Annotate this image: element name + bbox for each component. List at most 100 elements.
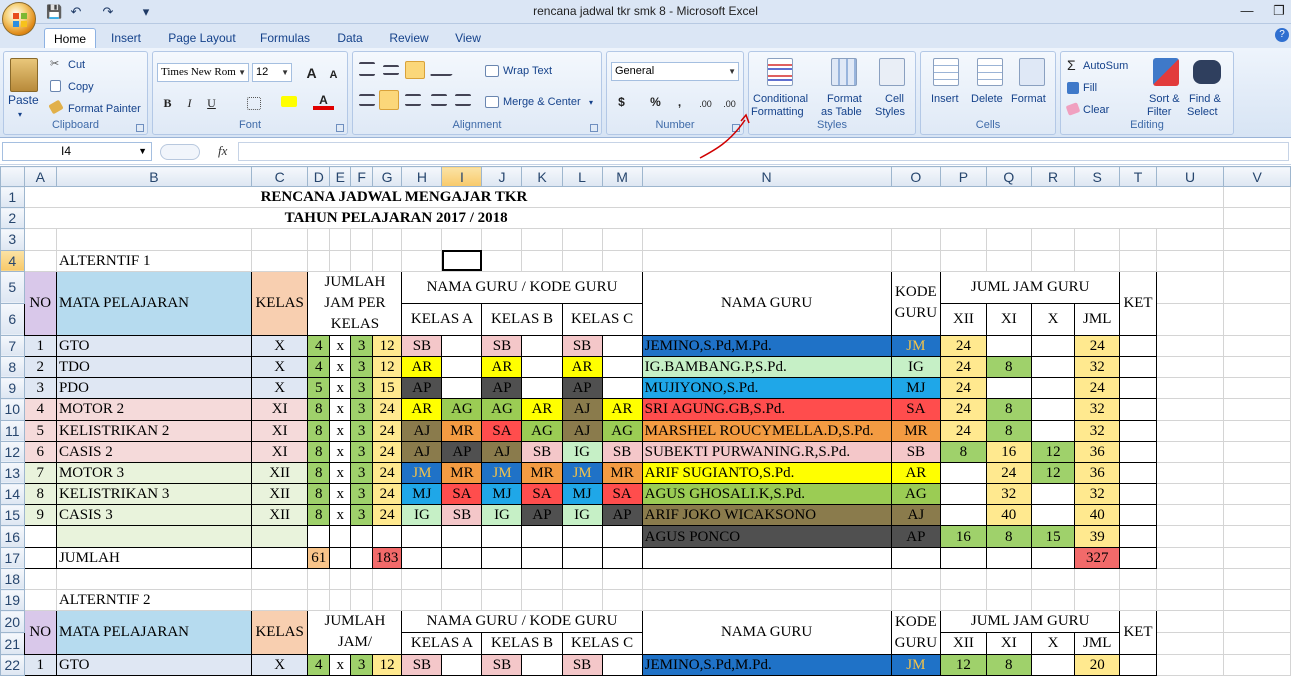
row-header[interactable]: 2: [0, 207, 25, 230]
tab-view[interactable]: View: [448, 28, 488, 48]
cell-code-b1[interactable]: IG: [481, 504, 523, 527]
cell-ket[interactable]: [1119, 504, 1157, 527]
column-header[interactable]: M: [601, 166, 643, 187]
cell-code-a1[interactable]: AR: [401, 355, 443, 379]
font-color-icon[interactable]: A: [313, 92, 334, 110]
cell-factor[interactable]: 3: [350, 398, 373, 421]
column-header[interactable]: B: [55, 166, 252, 187]
cell-code-a2[interactable]: AP: [441, 440, 483, 463]
cell[interactable]: [940, 546, 987, 569]
cell-jam-jml[interactable]: 32: [1074, 398, 1121, 421]
cell-factor[interactable]: 3: [350, 440, 373, 463]
cell-code-b1[interactable]: SB: [481, 654, 523, 677]
conditional-formatting-label-1[interactable]: Conditional: [753, 93, 808, 106]
cell[interactable]: [481, 546, 523, 569]
cell-jam-x[interactable]: 15: [1030, 525, 1076, 548]
cell-factor[interactable]: 3: [350, 419, 373, 442]
cell[interactable]: [401, 546, 443, 569]
cell[interactable]: [23, 567, 57, 591]
cell[interactable]: [1223, 185, 1291, 209]
increase-indent-icon[interactable]: [455, 94, 471, 106]
cell-x[interactable]: x: [329, 334, 352, 357]
column-header[interactable]: K: [521, 166, 563, 187]
column-header[interactable]: G: [371, 166, 403, 187]
header-mata-pelajaran[interactable]: MATA PELAJARAN: [55, 270, 252, 336]
cell-styles-label-1[interactable]: Cell: [885, 93, 904, 106]
cell-subject[interactable]: GTO: [55, 654, 252, 677]
number-format-dropdown-icon[interactable]: ▼: [728, 63, 736, 80]
cell-jam-x[interactable]: [1030, 504, 1076, 527]
cell-code-a2[interactable]: AG: [441, 398, 483, 421]
header-no[interactable]: NO: [23, 270, 57, 336]
number-launcher-icon[interactable]: [732, 124, 740, 132]
cell[interactable]: [401, 588, 443, 612]
row-header[interactable]: 15: [0, 504, 25, 527]
cell-jam-xii[interactable]: 24: [940, 398, 987, 421]
cell-ket[interactable]: [1119, 334, 1157, 357]
cell[interactable]: [561, 525, 603, 548]
cell-jam-xii[interactable]: [940, 483, 987, 506]
cell-teacher-code[interactable]: JM: [890, 654, 942, 677]
cell-teacher-name[interactable]: AGUS GHOSALI.K,S.Pd.: [641, 483, 892, 506]
cell[interactable]: [521, 654, 563, 677]
cell-jam-jml[interactable]: 20: [1074, 654, 1121, 677]
column-header[interactable]: A: [23, 166, 57, 187]
tab-review[interactable]: Review: [384, 28, 434, 48]
cell[interactable]: [985, 567, 1032, 591]
cell-jam[interactable]: 5: [307, 377, 331, 400]
header-xii[interactable]: XII: [940, 302, 987, 336]
cell-jam-xi[interactable]: 8: [985, 654, 1032, 677]
header-xii[interactable]: XII: [940, 632, 987, 656]
cell-jam-jml[interactable]: 36: [1074, 461, 1121, 485]
cell-code-b2[interactable]: [521, 355, 563, 379]
cell-code-b1[interactable]: AG: [481, 398, 523, 421]
cell[interactable]: [1155, 504, 1225, 527]
cell[interactable]: [250, 546, 309, 569]
cell-code-b1[interactable]: AP: [481, 377, 523, 400]
cell[interactable]: [521, 546, 563, 569]
cell-teacher-name[interactable]: AGUS PONCO: [641, 525, 892, 548]
cell-factor[interactable]: 3: [350, 654, 373, 677]
cell[interactable]: [250, 567, 309, 591]
cell-kelas[interactable]: XII: [250, 483, 309, 506]
cell-jam[interactable]: 8: [307, 461, 331, 485]
currency-button[interactable]: $: [611, 92, 632, 112]
cell-no[interactable]: 7: [23, 461, 57, 485]
formula-input[interactable]: [238, 142, 1289, 161]
cell-factor[interactable]: 3: [350, 504, 373, 527]
cell-teacher-code[interactable]: IG: [890, 355, 942, 379]
cell-subject[interactable]: KELISTRIKAN 2: [55, 419, 252, 442]
cell-no[interactable]: 1: [23, 334, 57, 357]
header-x[interactable]: X: [1030, 302, 1076, 336]
cell-no[interactable]: 1: [23, 654, 57, 677]
cell[interactable]: [329, 228, 352, 251]
cell[interactable]: [1119, 588, 1157, 612]
column-header[interactable]: H: [401, 166, 443, 187]
cell[interactable]: [307, 525, 331, 548]
cell[interactable]: [1223, 355, 1291, 379]
cell-x[interactable]: x: [329, 440, 352, 463]
formula-bar-handle[interactable]: [160, 144, 200, 160]
row-header[interactable]: 22: [0, 654, 25, 677]
cell-code-c2[interactable]: AR: [601, 398, 643, 421]
merge-center-button[interactable]: Merge & Center: [503, 96, 581, 109]
cell[interactable]: [350, 525, 373, 548]
column-header[interactable]: I: [441, 166, 483, 187]
cell[interactable]: [350, 588, 373, 612]
cell[interactable]: [1155, 588, 1225, 612]
cell[interactable]: [1223, 504, 1291, 527]
cell-jam[interactable]: 8: [307, 440, 331, 463]
cell[interactable]: [521, 567, 563, 591]
cell-code-a1[interactable]: JM: [401, 461, 443, 485]
cell[interactable]: [350, 228, 373, 251]
cell[interactable]: [401, 525, 443, 548]
row-header[interactable]: 3: [0, 228, 25, 251]
cell[interactable]: [1223, 302, 1291, 336]
align-middle-icon[interactable]: [383, 65, 399, 75]
cell[interactable]: [561, 546, 603, 569]
cell-jam-jml[interactable]: 32: [1074, 355, 1121, 379]
cell-teacher-code[interactable]: JM: [890, 334, 942, 357]
row-header[interactable]: 9: [0, 377, 25, 400]
clipboard-launcher-icon[interactable]: [136, 124, 144, 132]
cell-code-c1[interactable]: AP: [561, 377, 603, 400]
